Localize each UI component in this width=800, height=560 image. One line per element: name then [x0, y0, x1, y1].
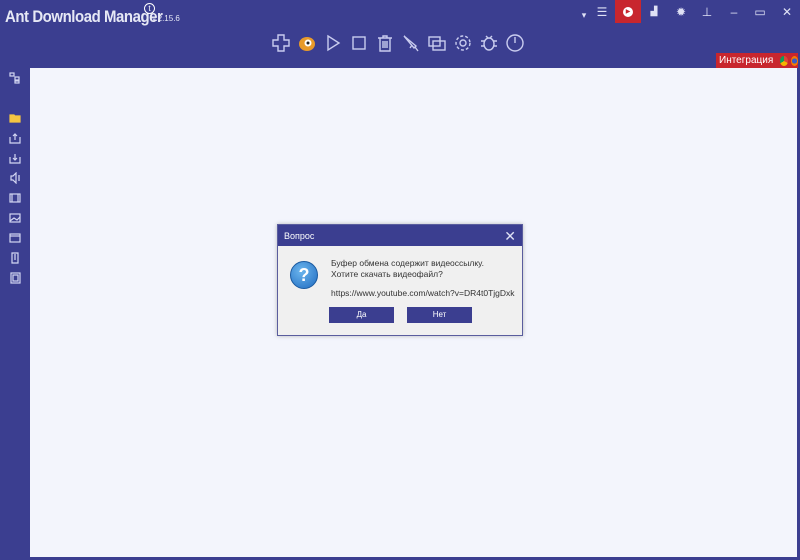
- power-button[interactable]: [504, 32, 526, 54]
- sidebar-documents[interactable]: [8, 252, 21, 264]
- audio-icon: [9, 172, 21, 184]
- filter-icon: ▾: [582, 10, 587, 21]
- sidebar-video[interactable]: [8, 192, 21, 204]
- play-media-button[interactable]: ▶: [615, 0, 641, 23]
- sidebar-archives[interactable]: [8, 272, 21, 284]
- tree-icon: [9, 72, 21, 84]
- power-icon: [505, 33, 525, 53]
- start-button[interactable]: [322, 32, 344, 54]
- sidebar-all[interactable]: [8, 112, 21, 124]
- gear-icon: [453, 33, 473, 53]
- sidebar-programs[interactable]: [8, 232, 21, 244]
- app-version: v.2.15.6: [152, 14, 180, 23]
- windows-icon: [427, 33, 447, 53]
- question-icon: ?: [290, 261, 318, 289]
- app-title: Ant Download Manager: [5, 7, 162, 27]
- video-icon: [9, 192, 21, 204]
- t-badge-icon: t: [144, 3, 155, 14]
- firefox-icon: [791, 56, 798, 66]
- dialog-titlebar: Вопрос ✕: [278, 225, 522, 246]
- close-icon: ✕: [782, 5, 792, 19]
- maximize-button[interactable]: ▭: [747, 0, 773, 23]
- minimize-icon: –: [731, 5, 738, 19]
- pin-icon: ⊥: [702, 5, 712, 19]
- windows-button[interactable]: [426, 32, 448, 54]
- add-button[interactable]: [270, 32, 292, 54]
- chrome-icon: [780, 56, 787, 66]
- ant-logo-button[interactable]: [296, 32, 318, 54]
- dialog-title: Вопрос: [284, 231, 314, 241]
- close-button[interactable]: ✕: [774, 0, 800, 23]
- minimize-button[interactable]: –: [721, 0, 747, 23]
- download-icon: [9, 152, 21, 164]
- add-icon: [271, 33, 291, 53]
- launch-button[interactable]: [400, 32, 422, 54]
- pin-button[interactable]: ⊥: [694, 0, 720, 23]
- play-circle-icon: ▶: [623, 7, 633, 17]
- window-icon: [9, 232, 21, 244]
- sidebar-audio[interactable]: [8, 172, 21, 184]
- integration-label: Интеграция: [719, 55, 773, 66]
- sidebar-downloads[interactable]: [8, 152, 21, 164]
- close-icon: ✕: [504, 228, 516, 244]
- archive-icon: [9, 272, 21, 284]
- dialog-close-button[interactable]: ✕: [504, 228, 516, 245]
- sidebar-tree[interactable]: [8, 72, 21, 84]
- trash-icon: [375, 33, 395, 53]
- sidebar-uploads[interactable]: [8, 132, 21, 144]
- theme-button[interactable]: ✹: [668, 0, 694, 23]
- menu-icon: ☰: [597, 5, 608, 19]
- yes-button[interactable]: Да: [329, 307, 394, 323]
- video-url: https://www.youtube.com/watch?v=DR4t0Tjg…: [331, 288, 515, 298]
- no-button[interactable]: Нет: [407, 307, 472, 323]
- ant-logo-icon: [297, 33, 317, 53]
- sun-icon: ✹: [676, 5, 686, 19]
- document-icon: [9, 252, 21, 264]
- sidebar-images[interactable]: [8, 212, 21, 224]
- question-dialog: Вопрос ✕ ? Буфер обмена содержит видеосс…: [277, 224, 523, 336]
- delete-button[interactable]: [374, 32, 396, 54]
- message-line-1: Буфер обмена содержит видеоссылку.: [331, 258, 484, 269]
- message-line-2: Хотите скачать видеофайл?: [331, 269, 484, 280]
- settings-button[interactable]: [452, 32, 474, 54]
- rocket-icon: [401, 33, 421, 53]
- integration-badge[interactable]: Интеграция: [716, 53, 798, 68]
- bug-button[interactable]: [478, 32, 500, 54]
- chart-icon: ▟: [651, 6, 658, 17]
- maximize-icon: ▭: [754, 5, 765, 19]
- stop-icon: [349, 33, 369, 53]
- folder-icon: [9, 112, 21, 124]
- bug-icon: [479, 33, 499, 53]
- stop-button[interactable]: [348, 32, 370, 54]
- upload-icon: [9, 132, 21, 144]
- image-icon: [9, 212, 21, 224]
- play-icon: [323, 33, 343, 53]
- stats-button[interactable]: ▟: [641, 0, 667, 23]
- dialog-message: Буфер обмена содержит видеоссылку. Хотит…: [331, 258, 484, 280]
- menu-button[interactable]: ☰: [589, 0, 615, 23]
